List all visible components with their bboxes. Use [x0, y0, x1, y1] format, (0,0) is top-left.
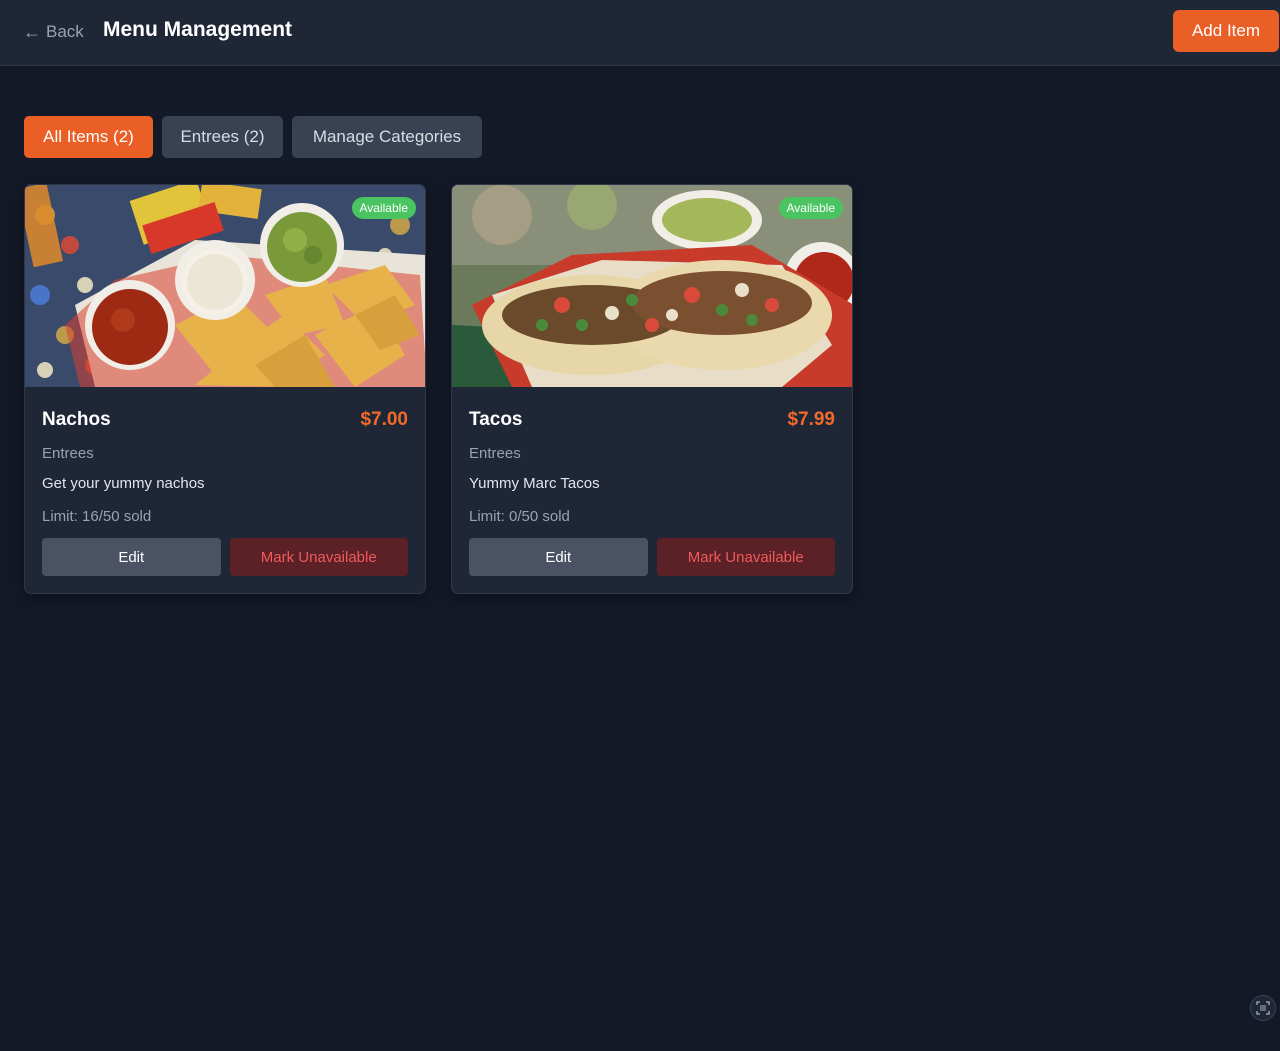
tab-entrees[interactable]: Entrees (2): [162, 116, 283, 158]
item-description: Get your yummy nachos: [42, 475, 205, 492]
nachos-image: Available: [25, 185, 425, 387]
item-category: Entrees: [42, 445, 94, 462]
arrow-left-icon: ←: [23, 22, 41, 42]
mark-unavailable-button[interactable]: Mark Unavailable: [229, 538, 408, 576]
back-button[interactable]: ← Back: [23, 20, 84, 44]
item-category: Entrees: [469, 445, 521, 462]
mark-unavailable-button[interactable]: Mark Unavailable: [656, 538, 835, 576]
item-limit: Limit: 0/50 sold: [469, 508, 570, 525]
item-name: Tacos: [469, 409, 523, 430]
tab-manage-categories[interactable]: Manage Categories: [292, 116, 482, 158]
status-badge: Available: [351, 197, 416, 219]
menu-item-card: Available Tacos $7.99 Entrees Yummy Marc…: [451, 184, 853, 594]
item-limit: Limit: 16/50 sold: [42, 508, 152, 525]
add-item-button[interactable]: Add Item: [1173, 10, 1279, 52]
tacos-image: Available: [452, 185, 852, 387]
item-price: $7.00: [360, 409, 408, 430]
menu-item-card: Available Nachos $7.00 Entrees Get your …: [24, 184, 426, 594]
top-bar: ← Back Menu Management Add Item: [0, 0, 1280, 66]
category-tabs: All Items (2) Entrees (2) Manage Categor…: [24, 116, 482, 158]
item-name: Nachos: [42, 409, 111, 430]
edit-button[interactable]: Edit: [469, 538, 648, 576]
item-price: $7.99: [787, 409, 835, 430]
status-badge: Available: [778, 197, 843, 219]
card-actions: Edit Mark Unavailable: [469, 538, 835, 576]
item-description: Yummy Marc Tacos: [469, 475, 600, 492]
card-actions: Edit Mark Unavailable: [42, 538, 408, 576]
back-label: Back: [46, 22, 84, 41]
scan-icon: [1256, 1001, 1270, 1015]
page-title: Menu Management: [103, 18, 293, 41]
edit-button[interactable]: Edit: [42, 538, 221, 576]
scan-button[interactable]: [1250, 995, 1276, 1021]
tab-all-items[interactable]: All Items (2): [24, 116, 153, 158]
